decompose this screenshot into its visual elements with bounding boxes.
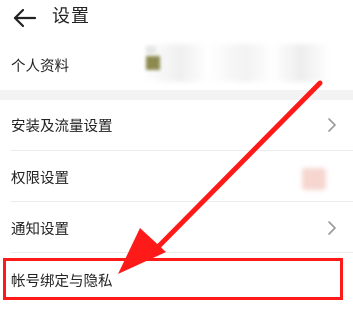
settings-row-permissions[interactable]: 权限设置 [0,151,353,201]
chevron-right-icon [328,118,336,132]
settings-row-install-traffic[interactable]: 安装及流量设置 [0,100,353,150]
avatar-redacted-top [146,46,156,54]
permissions-badge-redacted [302,168,326,190]
permissions-label: 权限设置 [11,171,69,187]
avatar-redacted [146,56,160,70]
annotation-highlight-box [3,258,343,300]
settings-page: 设置 个人资料 安装及流量设置 权限设置 通知设置 帐号绑定与隐私 [0,0,353,309]
install-traffic-label: 安装及流量设置 [11,119,113,135]
page-title: 设置 [52,6,90,27]
arrow-left-icon[interactable] [12,5,38,31]
profile-info-redacted [143,44,329,82]
chevron-right-icon [328,221,336,235]
section-gap [0,90,353,100]
profile-label: 个人资料 [11,59,69,75]
notifications-label: 通知设置 [11,222,69,238]
app-header: 设置 [0,0,353,36]
settings-row-notifications[interactable]: 通知设置 [0,202,353,252]
